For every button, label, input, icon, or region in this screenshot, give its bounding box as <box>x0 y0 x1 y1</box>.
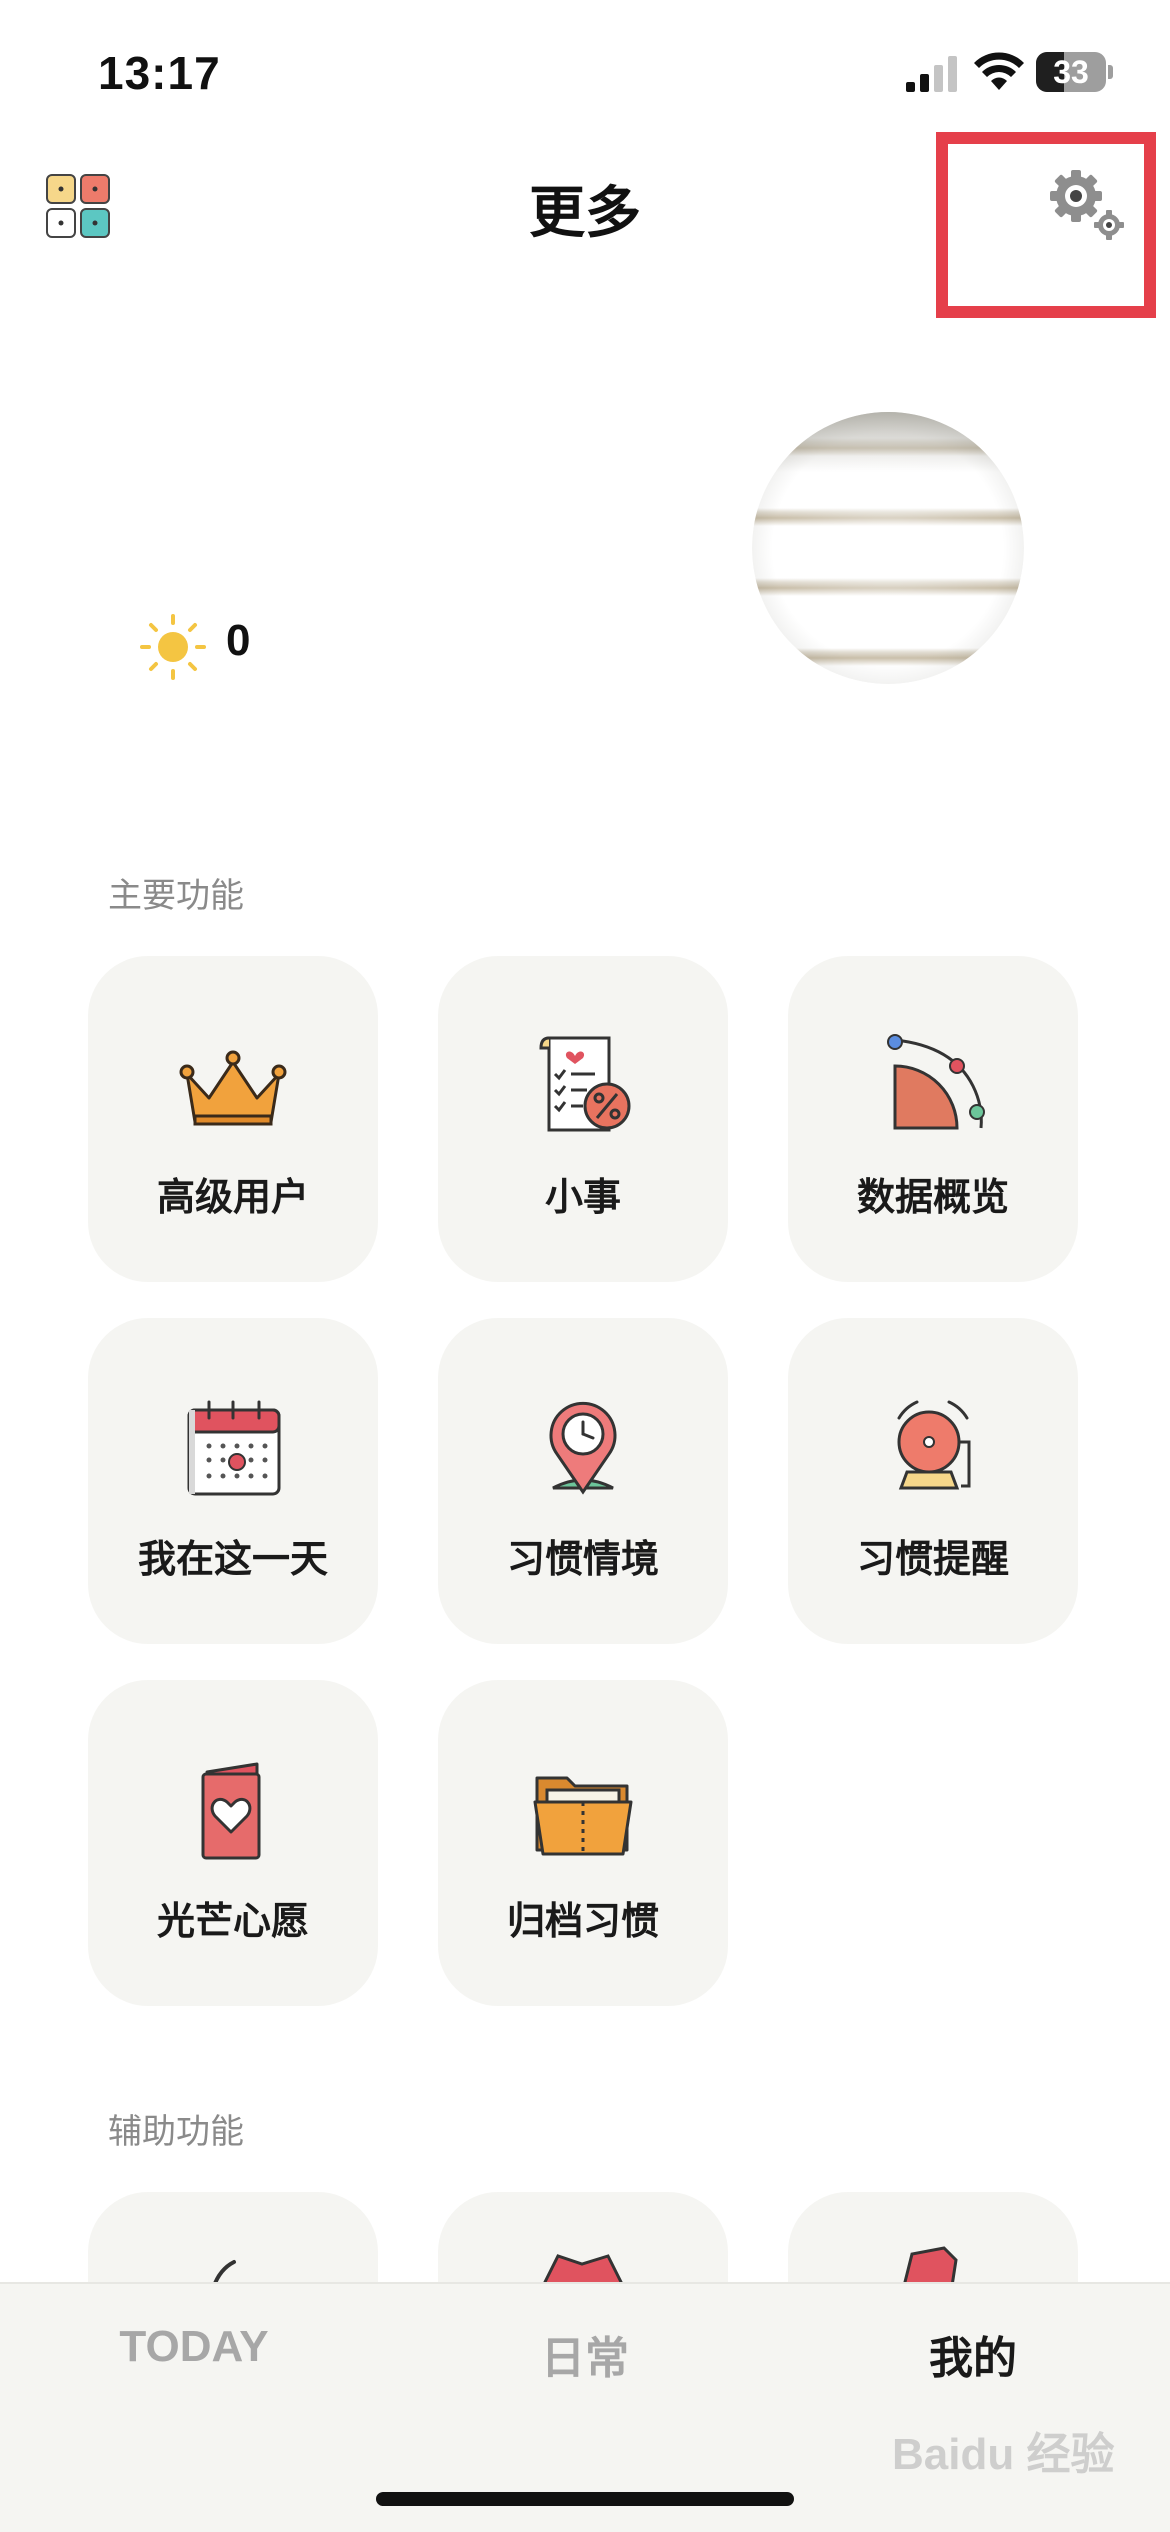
tile-habit-context[interactable]: 习惯情境 <box>438 1318 728 1644</box>
watermark: Baidu 经验 <box>892 2430 1115 2479</box>
crown-icon <box>179 1050 287 1126</box>
battery-level: 33 <box>1053 54 1089 90</box>
section-label-main: 主要功能 <box>108 876 244 916</box>
tile-label: 光芒心愿 <box>156 1899 309 1943</box>
tile-label: 习惯情境 <box>506 1537 659 1581</box>
avatar[interactable] <box>752 412 1024 684</box>
tile-label: 习惯提醒 <box>856 1537 1009 1581</box>
folder-icon <box>533 1776 633 1856</box>
tile-wish[interactable]: 光芒心愿 <box>88 1680 378 2006</box>
signal-icon <box>906 56 957 92</box>
settings-gear-icon[interactable] <box>1050 170 1126 242</box>
wifi-icon <box>974 52 1024 90</box>
tile-label: 数据概览 <box>856 1175 1009 1219</box>
tile-label: 我在这一天 <box>137 1537 328 1581</box>
aux-feature-2-icon <box>542 2254 624 2284</box>
tab-mine[interactable]: 我的 <box>823 2322 1123 2386</box>
battery-icon: 33 <box>1036 52 1114 92</box>
tile-archived-habits[interactable]: 归档习惯 <box>438 1680 728 2006</box>
alarm-bell-icon <box>897 1400 971 1490</box>
status-time: 13:17 <box>98 47 221 99</box>
chart-arc-icon <box>887 1034 985 1130</box>
calendar-icon <box>187 1400 281 1496</box>
tab-daily[interactable]: 日常 <box>435 2322 735 2386</box>
location-clock-icon <box>549 1401 617 1495</box>
receipt-percent-icon <box>539 1036 631 1132</box>
aux-feature-3-icon <box>902 2246 958 2286</box>
tile-label: 小事 <box>544 1175 621 1219</box>
tile-small-things[interactable]: 小事 <box>438 956 728 1282</box>
section-label-aux: 辅助功能 <box>108 2112 244 2152</box>
tile-data-overview[interactable]: 数据概览 <box>788 956 1078 1282</box>
home-indicator[interactable] <box>376 2492 794 2506</box>
heart-card-icon <box>201 1762 261 1860</box>
tile-label: 高级用户 <box>156 1175 309 1219</box>
tile-premium-user[interactable]: 高级用户 <box>88 956 378 1282</box>
tile-label: 归档习惯 <box>506 1899 659 1943</box>
sun-count: 0 <box>226 616 251 665</box>
tab-today[interactable]: TODAY <box>44 2322 344 2372</box>
tile-on-this-day[interactable]: 我在这一天 <box>88 1318 378 1644</box>
tile-habit-reminder[interactable]: 习惯提醒 <box>788 1318 1078 1644</box>
sun-icon <box>140 614 206 680</box>
